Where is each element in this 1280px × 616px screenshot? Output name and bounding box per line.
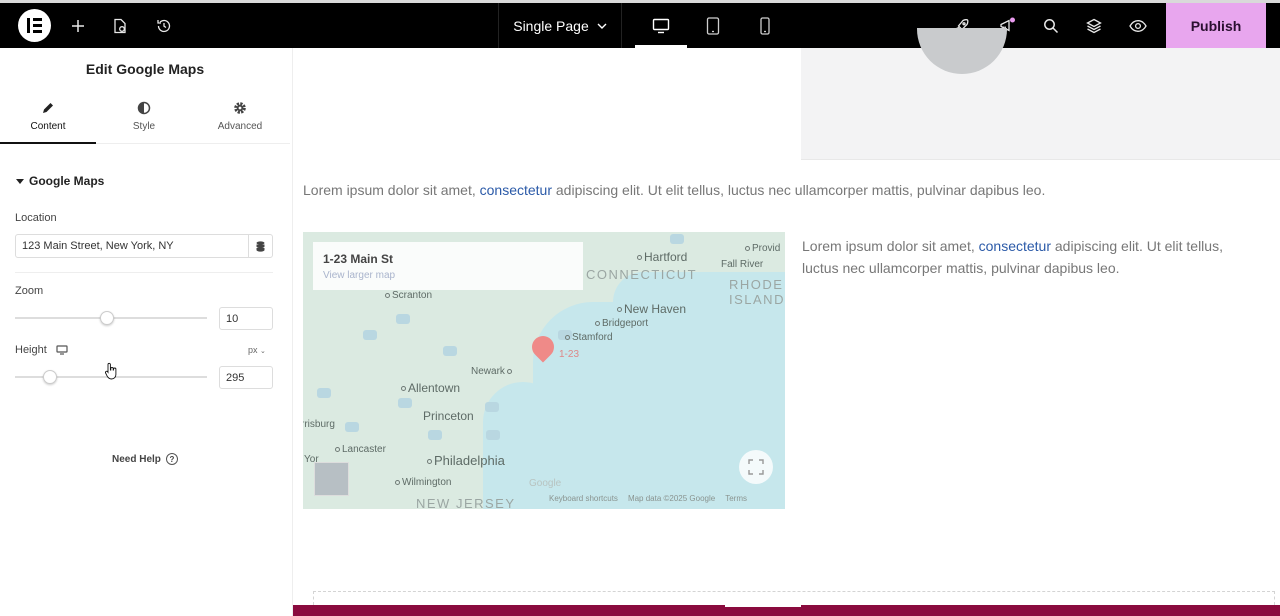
page-select-label: Single Page <box>513 17 589 34</box>
tablet-icon[interactable] <box>687 3 739 48</box>
map-city-label: Allentown <box>408 381 461 395</box>
terms-link[interactable]: Terms <box>725 494 747 503</box>
plus-icon[interactable] <box>64 3 92 48</box>
location-label: Location <box>15 212 57 224</box>
height-number-input[interactable]: 295 <box>219 366 273 389</box>
map-footer: Keyboard shortcuts Map data ©2025 Google… <box>549 494 747 503</box>
map-city-label: Lancaster <box>342 444 386 455</box>
panel-tabs: Content Style Advanced <box>0 90 290 144</box>
map-city-label: Philadelphia <box>434 453 505 468</box>
page-select[interactable]: Single Page <box>498 3 622 48</box>
panel-title: Edit Google Maps <box>85 61 205 77</box>
zoom-slider-handle[interactable] <box>100 311 115 325</box>
para1-link[interactable]: consectetur <box>480 182 552 198</box>
elementor-logo-icon[interactable] <box>18 9 51 42</box>
search-icon[interactable] <box>1037 3 1065 48</box>
para1-text: Lorem ipsum dolor sit amet, <box>303 182 480 198</box>
map-city-label: New Haven <box>624 302 687 316</box>
hand-cursor-icon <box>105 362 117 380</box>
footer-section <box>293 605 1280 616</box>
section-title: Google Maps <box>29 174 105 188</box>
page-canvas: Lorem ipsum dolor sit amet, consectetur … <box>292 28 1280 616</box>
zoom-label: Zoom <box>15 285 44 297</box>
location-value: 123 Main Street, New York, NY <box>22 240 174 252</box>
tab-advanced[interactable]: Advanced <box>192 90 288 143</box>
top-bar: Single Page Publish <box>0 0 1280 48</box>
map-city-label: Provid <box>752 243 781 254</box>
half-circle-icon <box>137 101 151 115</box>
fullscreen-icon[interactable] <box>739 450 773 484</box>
map-city-label: Scranton <box>392 290 433 301</box>
help-circle-icon: ? <box>165 453 178 465</box>
image-placeholder <box>801 28 1280 160</box>
google-map-widget[interactable]: 1-23 Main St View larger map Hartford Pr… <box>303 232 785 509</box>
para2-link[interactable]: consectetur <box>979 238 1051 254</box>
map-state-label: ISLAND <box>729 292 785 307</box>
google-logo: Google <box>529 478 562 489</box>
height-label: Height <box>15 344 47 356</box>
zoom-number-input[interactable]: 10 <box>219 307 273 330</box>
map-pin-label: 1-23 <box>559 349 580 360</box>
height-label-row: Height <box>15 344 68 356</box>
map-data-label: Map data ©2025 Google <box>627 494 716 503</box>
keyboard-shortcuts-link[interactable]: Keyboard shortcuts <box>549 494 618 503</box>
map-city-label: Fall River <box>721 259 764 270</box>
pencil-icon <box>43 103 53 113</box>
divider <box>15 272 273 273</box>
tab-content[interactable]: Content <box>0 90 96 144</box>
history-icon[interactable] <box>150 3 178 48</box>
dynamic-tags-icon[interactable] <box>248 235 272 257</box>
location-input[interactable]: 123 Main Street, New York, NY <box>15 234 273 258</box>
map-card-title: 1-23 Main St <box>323 252 394 266</box>
text-paragraph-2[interactable]: Lorem ipsum dolor sit amet, consectetur … <box>802 235 1262 279</box>
eye-icon[interactable] <box>1124 3 1152 48</box>
tab-style-label: Style <box>132 121 156 132</box>
map-city-label: Bridgeport <box>602 318 649 329</box>
publish-button[interactable]: Publish <box>1166 3 1266 48</box>
tab-advanced-label: Advanced <box>217 121 263 132</box>
layers-icon[interactable] <box>1080 3 1108 48</box>
map-city-label: Newark <box>471 366 505 377</box>
map-state-label: NEW JERSEY <box>416 496 516 509</box>
gear-icon <box>234 102 246 114</box>
map-type-thumbnail[interactable] <box>314 462 349 496</box>
desktop-icon[interactable] <box>635 3 687 48</box>
page-settings-icon[interactable] <box>106 3 134 48</box>
map-state-label: CONNECTICUT <box>586 267 698 282</box>
height-slider-handle[interactable] <box>42 370 57 384</box>
section-google-maps[interactable]: Google Maps <box>16 174 104 188</box>
map-city-label: Stamford <box>572 332 613 343</box>
map-state-label: RHODE <box>729 277 784 292</box>
need-help-link[interactable]: Need Help ? <box>112 453 178 465</box>
map-info-card: 1-23 Main St View larger map <box>313 242 583 290</box>
tab-content-label: Content <box>30 121 66 132</box>
zoom-slider[interactable] <box>15 311 207 325</box>
para2-text: Lorem ipsum dolor sit amet, <box>802 238 979 254</box>
map-city-label: Hartford <box>644 250 688 264</box>
map-city-label: rrisburg <box>303 419 335 430</box>
text-paragraph-1[interactable]: Lorem ipsum dolor sit amet, consectetur … <box>303 182 1045 198</box>
desktop-icon[interactable] <box>56 345 68 355</box>
caret-down-icon <box>16 178 24 184</box>
chevron-down-icon <box>597 23 607 29</box>
map-city-label: Princeton <box>423 409 474 423</box>
need-help-label: Need Help <box>112 453 161 465</box>
height-unit-select[interactable]: px ⌄ <box>248 345 266 355</box>
mobile-icon[interactable] <box>739 3 791 48</box>
map-city-label: Wilmington <box>402 477 452 488</box>
height-unit-value: px <box>248 345 258 355</box>
view-larger-map-link[interactable]: View larger map <box>323 270 573 281</box>
para1-text-end: adipiscing elit. Ut elit tellus, luctus … <box>552 182 1046 198</box>
tab-style[interactable]: Style <box>96 90 192 143</box>
edit-panel: Edit Google Maps Content Style Advanced … <box>0 48 290 616</box>
